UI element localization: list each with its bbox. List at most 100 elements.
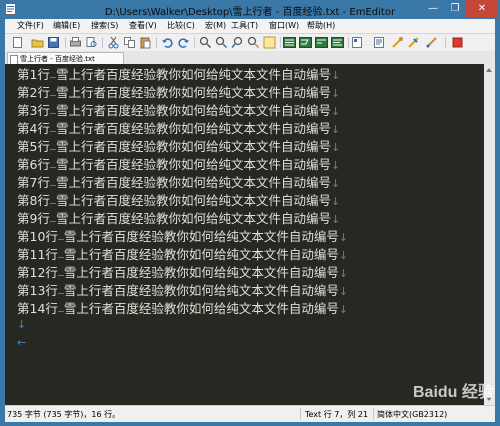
- print-preview-icon[interactable]: [85, 36, 98, 49]
- newline-marker: ↓: [330, 195, 341, 208]
- line-text: 雪上行者百度经验教你如何给纯文本文件自动编号: [55, 103, 331, 118]
- close-button[interactable]: ✕: [466, 0, 498, 18]
- toolbar-separator: [156, 37, 157, 48]
- line-number-text: 第6行: [17, 157, 50, 172]
- word-wrap-ruler-icon[interactable]: [315, 36, 328, 49]
- tools-icon[interactable]: [425, 36, 438, 49]
- editor-line[interactable]: 第12行 雪上行者百度经验教你如何给纯文本文件自动编号↓: [17, 264, 348, 282]
- print-icon[interactable]: [69, 36, 82, 49]
- newline-marker: ↓: [338, 231, 349, 244]
- status-encoding[interactable]: 简体中文(GB2312): [377, 409, 447, 420]
- editor-line[interactable]: 第6行 雪上行者百度经验教你如何给纯文本文件自动编号↓: [17, 156, 340, 174]
- save-icon[interactable]: [47, 36, 60, 49]
- menu-file[interactable]: 文件(F): [17, 20, 44, 32]
- line-text: 雪上行者百度经验教你如何给纯文本文件自动编号: [63, 247, 339, 262]
- toolbar: [5, 34, 495, 52]
- copy-icon[interactable]: [123, 36, 136, 49]
- title-bar[interactable]: D:\Users\Walker\Desktop\雪上行者 - 百度经验.txt …: [0, 0, 500, 19]
- menu-macro[interactable]: 宏(M): [205, 20, 226, 32]
- new-file-icon[interactable]: [11, 36, 24, 49]
- maximize-button[interactable]: ❐: [444, 0, 466, 18]
- line-text: 雪上行者百度经验教你如何给纯文本文件自动编号: [55, 157, 331, 172]
- menu-view[interactable]: 查看(V): [129, 20, 157, 32]
- find-previous-icon[interactable]: [231, 36, 244, 49]
- scroll-up-arrow[interactable]: [486, 68, 492, 72]
- macro-icon[interactable]: [407, 36, 420, 49]
- editor-line[interactable]: 第9行 雪上行者百度经验教你如何给纯文本文件自动编号↓: [17, 210, 340, 228]
- menu-help[interactable]: 帮助(H): [307, 20, 335, 32]
- cut-icon[interactable]: [107, 36, 120, 49]
- line-number-text: 第5行: [17, 139, 50, 154]
- editor-line[interactable]: 第14行 雪上行者百度经验教你如何给纯文本文件自动编号↓: [17, 300, 348, 318]
- line-number-text: 第2行: [17, 85, 50, 100]
- status-cursor-position: Text 行 7，列 21: [305, 410, 369, 419]
- properties-icon[interactable]: [351, 36, 364, 49]
- menu-compare[interactable]: 比较(C): [167, 20, 195, 32]
- find-in-files-icon[interactable]: [263, 36, 276, 49]
- tab-bar: 雪上行者 - 百度经验.txt: [5, 51, 495, 65]
- text-editor[interactable]: 第1行 雪上行者百度经验教你如何给纯文本文件自动编号↓ 第2行 雪上行者百度经验教你如…: [5, 64, 484, 405]
- replace-icon[interactable]: [247, 36, 260, 49]
- editor-line[interactable]: 第3行 雪上行者百度经验教你如何给纯文本文件自动编号↓: [17, 102, 340, 120]
- toolbar-separator: [280, 37, 281, 48]
- line-number-text: 第4行: [17, 121, 50, 136]
- editor-line[interactable]: 第4行 雪上行者百度经验教你如何给纯文本文件自动编号↓: [17, 120, 340, 138]
- menu-tools[interactable]: 工具(T): [231, 20, 258, 32]
- line-text: 雪上行者百度经验教你如何给纯文本文件自动编号: [63, 301, 339, 316]
- word-wrap-window-icon[interactable]: [299, 36, 312, 49]
- undo-icon[interactable]: [161, 36, 174, 49]
- line-text: 雪上行者百度经验教你如何给纯文本文件自动编号: [55, 175, 331, 190]
- editor-line[interactable]: 第2行 雪上行者百度经验教你如何给纯文本文件自动编号↓: [17, 84, 340, 102]
- line-number-text: 第10行: [17, 229, 58, 244]
- editor-line[interactable]: 第5行 雪上行者百度经验教你如何给纯文本文件自动编号↓: [17, 138, 340, 156]
- status-divider: [373, 408, 374, 420]
- tab-label: 雪上行者 - 百度经验.txt: [20, 55, 95, 63]
- line-text: 雪上行者百度经验教你如何给纯文本文件自动编号: [55, 211, 331, 226]
- eof-marker: ←: [17, 336, 27, 349]
- redo-icon[interactable]: [177, 36, 190, 49]
- newline-marker: ↓: [330, 123, 341, 136]
- plugin-icon[interactable]: [373, 36, 386, 49]
- customize-icon[interactable]: [391, 36, 404, 49]
- editor-line[interactable]: 第8行 雪上行者百度经验教你如何给纯文本文件自动编号↓: [17, 192, 340, 210]
- word-wrap-off-icon[interactable]: [283, 36, 296, 49]
- editor-line[interactable]: 第1行 雪上行者百度经验教你如何给纯文本文件自动编号↓: [17, 66, 340, 84]
- editor-line[interactable]: 第10行 雪上行者百度经验教你如何给纯文本文件自动编号↓: [17, 228, 348, 246]
- newline-marker: ↓: [17, 318, 27, 331]
- toolbar-separator: [65, 37, 66, 48]
- editor-line[interactable]: 第13行 雪上行者百度经验教你如何给纯文本文件自动编号↓: [17, 282, 348, 300]
- menu-edit[interactable]: 编辑(E): [53, 20, 80, 32]
- minimize-button[interactable]: —: [422, 0, 444, 18]
- line-text: 雪上行者百度经验教你如何给纯文本文件自动编号: [55, 121, 331, 136]
- line-text: 雪上行者百度经验教你如何给纯文本文件自动编号: [63, 229, 339, 244]
- newline-marker: ↓: [338, 285, 349, 298]
- toolbar-separator: [348, 37, 349, 48]
- editor-line[interactable]: 第7行 雪上行者百度经验教你如何给纯文本文件自动编号↓: [17, 174, 340, 192]
- find-icon[interactable]: [199, 36, 212, 49]
- find-next-icon[interactable]: [215, 36, 228, 49]
- app-window: D:\Users\Walker\Desktop\雪上行者 - 百度经验.txt …: [0, 0, 500, 426]
- line-number-text: 第14行: [17, 301, 58, 316]
- line-number-text: 第9行: [17, 211, 50, 226]
- paste-icon[interactable]: [139, 36, 152, 49]
- editor-line[interactable]: 第11行 雪上行者百度经验教你如何给纯文本文件自动编号↓: [17, 246, 348, 264]
- baidu-watermark: Baidu 经验: [413, 384, 494, 401]
- line-text: 雪上行者百度经验教你如何给纯文本文件自动编号: [55, 85, 331, 100]
- line-text: 雪上行者百度经验教你如何给纯文本文件自动编号: [55, 139, 331, 154]
- line-number-text: 第11行: [17, 247, 58, 262]
- newline-marker: ↓: [330, 177, 341, 190]
- line-number-text: 第7行: [17, 175, 50, 190]
- newline-marker: ↓: [338, 249, 349, 262]
- word-wrap-page-icon[interactable]: [331, 36, 344, 49]
- newline-marker: ↓: [338, 303, 349, 316]
- open-folder-icon[interactable]: [31, 36, 44, 49]
- menu-search[interactable]: 搜索(S): [91, 20, 118, 32]
- newline-marker: ↓: [330, 141, 341, 154]
- toolbar-separator: [194, 37, 195, 48]
- menu-window[interactable]: 窗口(W): [269, 20, 299, 32]
- newline-marker: ↓: [338, 267, 349, 280]
- vertical-scrollbar[interactable]: [484, 64, 495, 405]
- stop-macro-icon[interactable]: [451, 36, 464, 49]
- newline-marker: ↓: [330, 69, 341, 82]
- status-file-size: 735 字节 (735 字节)，16 行。: [7, 410, 121, 419]
